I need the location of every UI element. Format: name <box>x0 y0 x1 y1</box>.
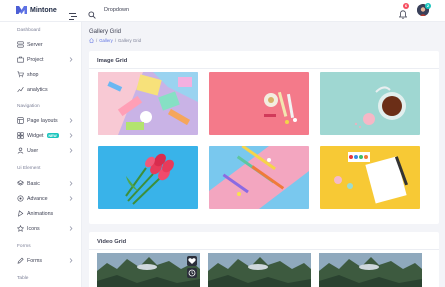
card-divider <box>89 249 439 250</box>
chevron-right-icon <box>69 57 73 62</box>
sidebar-item-server[interactable]: Server <box>17 40 77 49</box>
gallery-image-yellow-notebook[interactable] <box>320 146 420 209</box>
advance-icon <box>17 195 24 202</box>
server-icon <box>17 41 24 48</box>
sidebar-item-animations[interactable]: Animations <box>17 209 77 218</box>
sidebar-item-analytics[interactable]: analytics <box>17 85 77 94</box>
logo-icon <box>16 5 27 15</box>
gallery-image-stationery-pastel[interactable] <box>98 72 198 135</box>
breadcrumb-current: Gallery Grid <box>118 38 141 43</box>
forms-icon <box>17 257 24 264</box>
top-header: Mintone Dropdown 6 2 <box>0 0 445 22</box>
sidebar-item-label: Icons <box>27 225 40 232</box>
sidebar-item-label: User <box>27 147 39 154</box>
video-thumbnail[interactable] <box>97 253 200 287</box>
breadcrumb-separator: / <box>114 38 117 43</box>
sidebar-item-label: Advance <box>27 195 48 202</box>
sidebar-item-label: Project <box>27 56 44 63</box>
basic-icon <box>17 180 24 187</box>
dropdown-menu[interactable]: Dropdown <box>104 7 129 13</box>
analytics-icon <box>17 86 24 93</box>
chevron-right-icon <box>69 133 73 138</box>
home-icon[interactable] <box>89 38 94 43</box>
sidebar-item-label: analytics <box>27 86 48 93</box>
gallery-image-diagonal-supplies[interactable] <box>209 146 309 209</box>
animation-icon <box>17 210 24 217</box>
video-thumbnail[interactable] <box>319 253 422 287</box>
sidebar-item-forms[interactable]: Forms <box>17 256 77 265</box>
new-badge: NEW <box>46 133 59 138</box>
watch-later-clock-icon[interactable] <box>187 268 197 278</box>
chevron-right-icon <box>69 148 73 153</box>
gallery-image-tulips[interactable] <box>98 146 198 209</box>
sidebar-item-advance[interactable]: Advance <box>17 194 77 203</box>
sidebar-section-dashboard: Dashboard <box>17 28 41 33</box>
sidebar-item-widget[interactable]: Widget NEW <box>17 131 77 140</box>
sidebar-item-icons[interactable]: Icons <box>17 224 77 233</box>
chevron-right-icon <box>69 196 73 201</box>
video-thumbnail[interactable] <box>208 253 311 287</box>
sidebar-section-ui-element: Ui Element <box>17 166 41 171</box>
user-icon <box>17 147 24 154</box>
avatar-status-badge: 2 <box>425 3 431 9</box>
sidebar-item-label: Animations <box>27 210 54 217</box>
breadcrumb-gallery-link[interactable]: Gallery <box>99 38 113 43</box>
sidebar-item-shop[interactable]: shop <box>17 70 77 79</box>
sidebar-item-label: Server <box>27 41 43 48</box>
gallery-image-tea-cup[interactable] <box>320 72 420 135</box>
widget-icon <box>17 132 24 139</box>
brand-logo[interactable]: Mintone <box>16 5 57 15</box>
sidebar-item-basic[interactable]: Basic <box>17 179 77 188</box>
chevron-right-icon <box>69 258 73 263</box>
sidebar-item-label: Basic <box>27 180 40 187</box>
menu-toggle-icon[interactable] <box>69 7 77 20</box>
logo-text: Mintone <box>30 6 57 14</box>
icons-icon <box>17 225 24 232</box>
chevron-right-icon <box>69 181 73 186</box>
notification-badge: 6 <box>403 3 409 9</box>
sidebar-item-label: Widget <box>27 132 44 139</box>
layout-icon <box>17 117 24 124</box>
card-divider <box>89 68 439 69</box>
chevron-right-icon <box>69 118 73 123</box>
breadcrumb-separator: / <box>96 38 98 43</box>
sidebar-section-table: Table <box>17 276 29 281</box>
page-title: Gallery Grid <box>89 29 122 35</box>
gallery-image-pink-tools[interactable] <box>209 72 309 135</box>
sidebar-item-project[interactable]: Project <box>17 55 77 64</box>
chevron-right-icon <box>69 226 73 231</box>
sidebar-item-label: Page layouts <box>27 117 58 124</box>
shop-icon <box>17 71 24 78</box>
favorite-heart-icon[interactable] <box>187 256 197 266</box>
card-title: Video Grid <box>97 239 127 245</box>
sidebar-section-navigation: Navigation <box>17 104 40 109</box>
sidebar-item-user[interactable]: User <box>17 146 77 155</box>
card-title: Image Grid <box>97 58 128 64</box>
sidebar-section-forms: Forms <box>17 244 31 249</box>
sidebar-item-page-layouts[interactable]: Page layouts <box>17 116 77 125</box>
sidebar-item-label: shop <box>27 71 39 78</box>
breadcrumb: / Gallery / Gallery Grid <box>89 38 141 43</box>
project-icon <box>17 56 24 63</box>
sidebar-item-label: Forms <box>27 257 43 264</box>
search-icon[interactable] <box>88 6 96 19</box>
